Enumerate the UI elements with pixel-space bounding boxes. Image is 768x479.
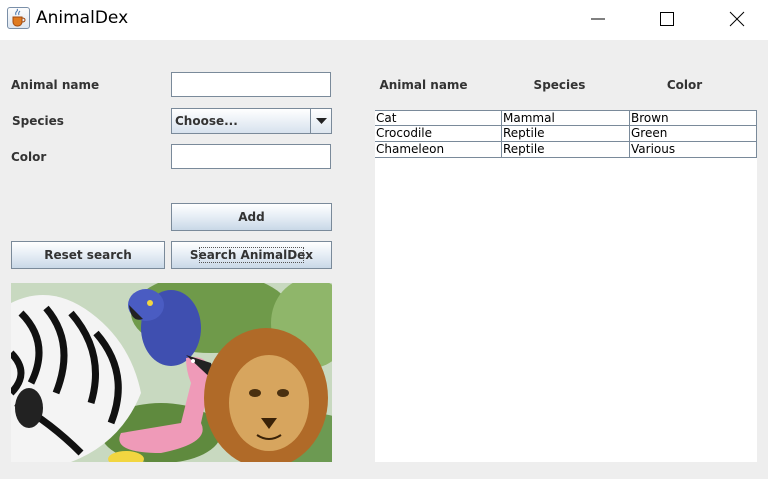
table-row[interactable]: Chameleon Reptile Various: [375, 142, 757, 158]
animals-picture: [11, 283, 332, 462]
species-selected-value: Choose...: [175, 114, 238, 128]
animals-illustration-icon: [11, 283, 332, 462]
search-animaldex-button[interactable]: Search AnimalDex: [171, 241, 332, 269]
chevron-down-icon: [316, 118, 327, 124]
table-cell: Reptile: [502, 126, 630, 142]
color-label: Color: [11, 150, 47, 164]
table-cell: Various: [630, 142, 757, 158]
species-label: Species: [12, 114, 64, 128]
results-table[interactable]: Cat Mammal Brown Crocodile Reptile Green…: [375, 110, 757, 462]
maximize-icon: [660, 12, 674, 26]
species-dropdown-button[interactable]: [310, 109, 331, 133]
column-header-species[interactable]: Species: [496, 78, 623, 92]
table-row[interactable]: Cat Mammal Brown: [375, 110, 757, 126]
minimize-button[interactable]: [575, 0, 621, 38]
minimize-icon: [591, 18, 605, 20]
color-input[interactable]: [171, 144, 331, 169]
maximize-button[interactable]: [644, 0, 690, 38]
close-button[interactable]: [714, 0, 760, 38]
table-cell: Cat: [375, 110, 502, 126]
table-cell: Green: [630, 126, 757, 142]
column-header-animal-name[interactable]: Animal name: [360, 78, 487, 92]
title-bar: AnimalDex: [0, 0, 768, 40]
species-select[interactable]: Choose...: [171, 108, 332, 134]
table-cell: Crocodile: [375, 126, 502, 142]
column-header-color[interactable]: Color: [621, 78, 748, 92]
close-icon: [729, 11, 745, 27]
add-button[interactable]: Add: [171, 203, 332, 231]
focus-ring: [199, 247, 304, 263]
java-cup-icon: [7, 7, 30, 29]
animal-name-label: Animal name: [11, 78, 100, 92]
table-cell: Brown: [630, 110, 757, 126]
table-cell: Chameleon: [375, 142, 502, 158]
table-cell: Reptile: [502, 142, 630, 158]
window-title: AnimalDex: [36, 8, 129, 28]
table-cell: Mammal: [502, 110, 630, 126]
reset-search-button[interactable]: Reset search: [11, 241, 165, 269]
animal-name-input[interactable]: [171, 72, 331, 97]
table-row[interactable]: Crocodile Reptile Green: [375, 126, 757, 142]
